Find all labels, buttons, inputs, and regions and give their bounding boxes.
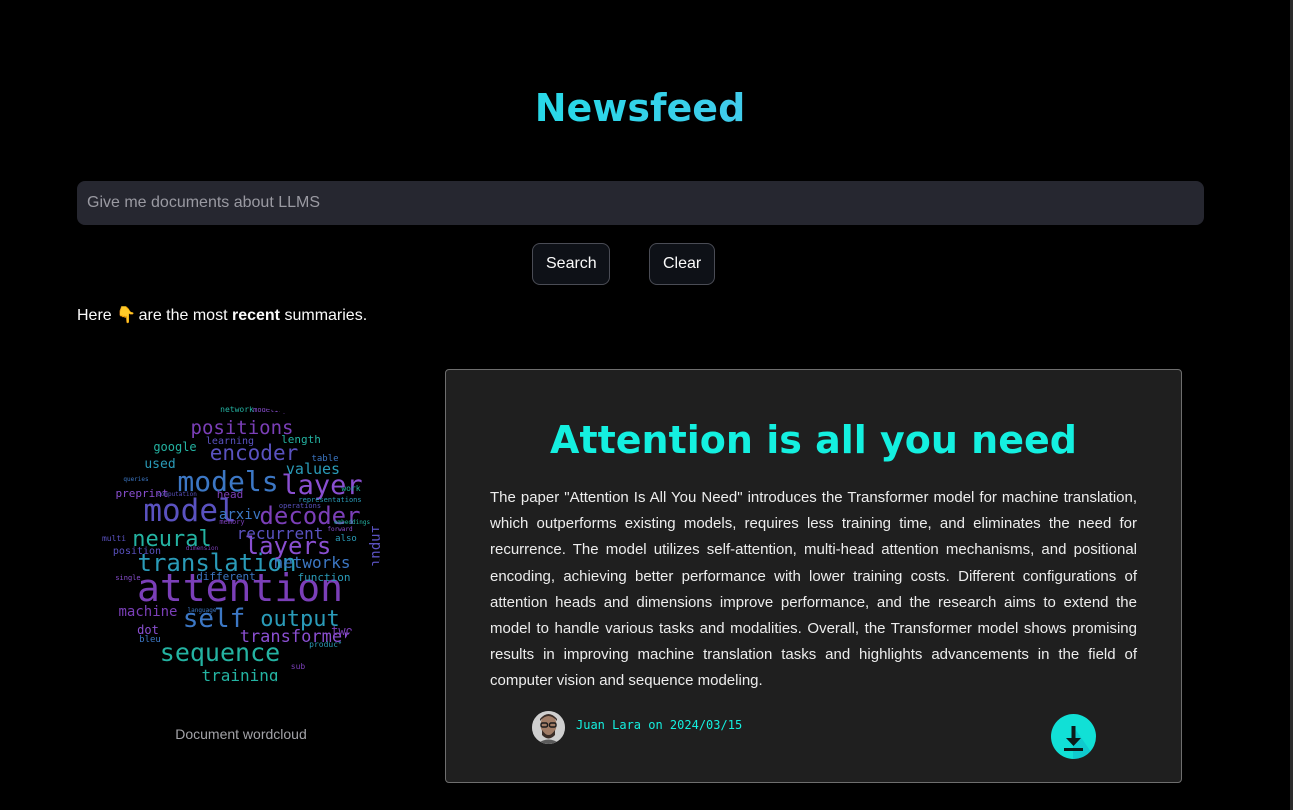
avatar-image [532,711,565,744]
article-title: Attention is all you need [550,418,1077,462]
wordcloud-word: multi [102,534,126,543]
page-title: Newsfeed [0,82,1280,134]
search-input[interactable] [77,181,1204,225]
intro-prefix: Here [77,307,112,324]
wordcloud-word: learning [206,436,254,447]
wordcloud-word: work [341,484,360,493]
download-icon [1064,726,1096,759]
wordcloud-word: position [113,546,161,557]
wordcloud-word: input [368,525,380,567]
intro-middle: are the most [138,307,228,324]
download-button[interactable] [1051,714,1096,759]
wordcloud-word: bleu [139,635,161,645]
wordcloud-word: computation [157,491,197,498]
page: Newsfeed Search Clear Here 👇 are the mos… [0,0,1293,810]
avatar [532,711,565,744]
wordcloud-word: networks [273,553,350,572]
wordcloud-word: used [144,457,175,472]
wordcloud-word: representations [298,496,361,504]
pointing-down-icon: 👇 [116,307,137,324]
wordcloud-word: training [201,666,278,685]
wordcloud-word: function [298,571,351,584]
wordcloud-word: language [188,607,217,614]
article-card: Attention is all you need The paper "Att… [445,369,1182,783]
wordcloud-word: queries [123,476,149,483]
search-button[interactable]: Search [532,243,610,285]
wordcloud-caption: Document wordcloud [175,726,307,742]
wordcloud-word: forward [327,526,353,533]
wordcloud-word: recurrent [237,524,324,543]
wordcloud-word: different [196,570,256,583]
article-summary: The paper "Attention Is All You Need" in… [490,489,1137,690]
wordcloud-word: modeling [253,406,287,414]
wordcloud-word: head [217,488,244,501]
wordcloud-word: length [281,433,321,446]
wordcloud-word: table [311,454,338,464]
wordcloud-word: machine [118,604,177,620]
intro-emphasis: recent [231,307,281,324]
wordcloud-word: memory [219,518,244,526]
intro-suffix: summaries. [284,307,368,324]
wordcloud-word: product [309,640,343,649]
article-byline: Juan Lara on 2024/03/15 [576,718,743,732]
wordcloud-word: dimension [186,545,219,552]
intro-text: Here 👇 are the most recent summaries. [77,304,367,328]
wordcloud-word: google [153,440,196,454]
clear-button[interactable]: Clear [649,243,715,285]
wordcloud-word: sub [291,662,306,671]
wordcloud-word: also [335,534,357,544]
wordcloud-image: attentionmodelmodelstranslationsequencel… [102,406,380,685]
wordcloud-word: embeddings [334,519,371,526]
wordcloud-word: single [115,574,140,582]
wordcloud-word: network [220,406,254,414]
wordcloud-word: two [331,624,353,638]
